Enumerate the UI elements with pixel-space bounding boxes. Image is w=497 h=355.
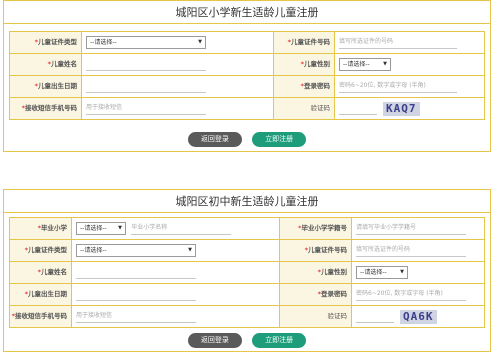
captcha-image[interactable]: QA6K bbox=[400, 309, 437, 324]
student-number-input[interactable]: 请填写毕业小学学籍号 bbox=[356, 222, 466, 235]
form-row: *儿童证件类型 --请选择-- ▼ *儿童证件号码 填写所选证件的号码 bbox=[9, 239, 485, 262]
form-row: *接收短信手机号码 用于接收短信 验证码 KAQ7 bbox=[9, 97, 485, 120]
registration-form: *毕业小学 --请选择-- ▼ 毕业小学名称 *毕业小学学籍号 请填写毕业小学学籍… bbox=[9, 217, 485, 328]
student-number-label: *毕业小学学籍号 bbox=[279, 217, 352, 240]
page-title: 城阳区初中新生适龄儿童注册 bbox=[4, 190, 490, 213]
gender-label: *儿童性别 bbox=[273, 53, 335, 76]
form-row: *儿童出生日期 *登录密码 密码6~20位, 数字或字母 (半角) bbox=[9, 75, 485, 98]
registration-form: *儿童证件类型 --请选择-- ▼ *儿童证件号码 填写所选证件的号码 *儿童姓名… bbox=[9, 31, 485, 120]
gender-select[interactable]: --请选择-- ▼ bbox=[356, 266, 408, 279]
graduated-school-label: *毕业小学 bbox=[9, 217, 72, 240]
phone-label: *接收短信手机号码 bbox=[9, 97, 82, 120]
page-title: 城阳区小学新生适龄儿童注册 bbox=[4, 1, 490, 24]
password-label: *登录密码 bbox=[273, 75, 335, 98]
captcha-input[interactable] bbox=[356, 310, 394, 323]
form-row: *毕业小学 --请选择-- ▼ 毕业小学名称 *毕业小学学籍号 请填写毕业小学学籍… bbox=[9, 217, 485, 240]
phone-input[interactable]: 用于接收短信 bbox=[86, 102, 206, 115]
form-actions: 返回登录 立即注册 bbox=[4, 132, 490, 147]
birthdate-input[interactable] bbox=[86, 80, 206, 93]
form-row: *儿童证件类型 --请选择-- ▼ *儿童证件号码 填写所选证件的号码 bbox=[9, 31, 485, 54]
id-type-select[interactable]: --请选择-- ▼ bbox=[76, 244, 196, 257]
password-input[interactable]: 密码6~20位, 数字或字母 (半角) bbox=[339, 80, 457, 93]
name-label: *儿童姓名 bbox=[9, 53, 82, 76]
birthdate-label: *儿童出生日期 bbox=[9, 283, 72, 306]
chevron-down-icon: ▼ bbox=[198, 39, 202, 45]
back-to-login-button[interactable]: 返回登录 bbox=[187, 333, 242, 348]
chevron-down-icon: ▼ bbox=[188, 247, 192, 253]
form-actions: 返回登录 立即注册 bbox=[4, 333, 490, 348]
birthdate-input[interactable] bbox=[76, 288, 196, 301]
password-input[interactable]: 密码6~20位, 数字或字母 (半角) bbox=[356, 288, 466, 301]
captcha-label: 验证码 bbox=[273, 97, 335, 120]
id-type-label: *儿童证件类型 bbox=[9, 239, 72, 262]
chevron-down-icon: ▼ bbox=[400, 269, 404, 275]
captcha-image[interactable]: KAQ7 bbox=[383, 101, 420, 116]
form-row: *儿童姓名 *儿童性别 --请选择-- ▼ bbox=[9, 53, 485, 76]
captcha-label: 验证码 bbox=[279, 305, 352, 328]
register-button[interactable]: 立即注册 bbox=[252, 333, 307, 348]
id-type-select[interactable]: --请选择-- ▼ bbox=[86, 36, 206, 49]
form-row: *接收短信手机号码 用于接收短信 验证码 QA6K bbox=[9, 305, 485, 328]
chevron-down-icon: ▼ bbox=[383, 61, 387, 67]
primary-registration-panel: 城阳区小学新生适龄儿童注册 *儿童证件类型 --请选择-- ▼ *儿童证件号码 填… bbox=[3, 0, 491, 152]
id-number-label: *儿童证件号码 bbox=[273, 31, 335, 54]
id-number-input[interactable]: 填写所选证件的号码 bbox=[339, 36, 457, 49]
chevron-down-icon: ▼ bbox=[118, 225, 122, 231]
name-label: *儿童姓名 bbox=[9, 261, 72, 284]
phone-label: *接收短信手机号码 bbox=[9, 305, 72, 328]
graduated-school-district-select[interactable]: --请选择-- ▼ bbox=[76, 222, 126, 235]
gender-label: *儿童性别 bbox=[279, 261, 352, 284]
form-row: *儿童出生日期 *登录密码 密码6~20位, 数字或字母 (半角) bbox=[9, 283, 485, 306]
back-to-login-button[interactable]: 返回登录 bbox=[187, 132, 242, 147]
password-label: *登录密码 bbox=[279, 283, 352, 306]
register-button[interactable]: 立即注册 bbox=[252, 132, 307, 147]
middle-school-registration-panel: 城阳区初中新生适龄儿童注册 *毕业小学 --请选择-- ▼ 毕业小学名称 *毕业小… bbox=[3, 189, 491, 352]
name-input[interactable] bbox=[76, 266, 196, 279]
gender-select[interactable]: --请选择-- ▼ bbox=[339, 58, 391, 71]
phone-input[interactable]: 用于接收短信 bbox=[76, 310, 196, 323]
birthdate-label: *儿童出生日期 bbox=[9, 75, 82, 98]
captcha-input[interactable] bbox=[339, 102, 377, 115]
graduated-school-input[interactable]: 毕业小学名称 bbox=[131, 222, 232, 235]
name-input[interactable] bbox=[86, 58, 206, 71]
form-row: *儿童姓名 *儿童性别 --请选择-- ▼ bbox=[9, 261, 485, 284]
id-number-label: *儿童证件号码 bbox=[279, 239, 352, 262]
id-type-label: *儿童证件类型 bbox=[9, 31, 82, 54]
id-number-input[interactable]: 填写所选证件的号码 bbox=[356, 244, 466, 257]
